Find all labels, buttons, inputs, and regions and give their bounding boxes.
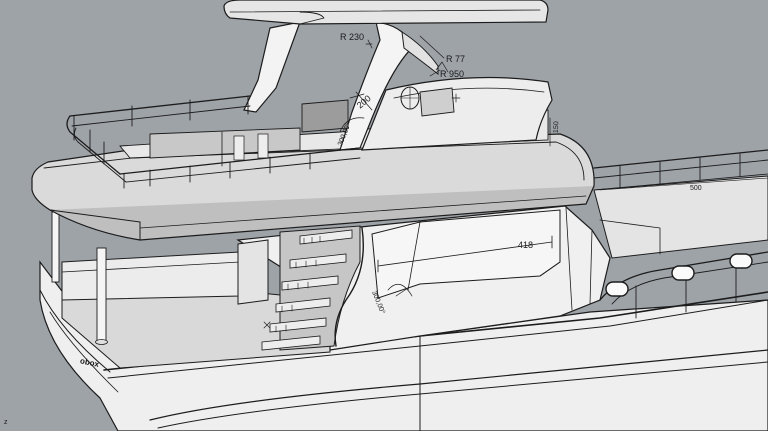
portholes <box>605 253 753 297</box>
label-r77: R 77 <box>446 54 465 64</box>
label-r950: R 950 <box>440 69 464 79</box>
label-418: 418 <box>518 240 533 250</box>
hardtop-arch <box>223 0 553 151</box>
model-viewport[interactable]: R 230 R 77 R 950 200 150 500 418 300,00°… <box>0 0 768 431</box>
label-r230: R 230 <box>340 32 364 42</box>
label-500: 500 <box>690 185 702 192</box>
label-axis-z: z <box>4 419 8 426</box>
boat-drawing: R 230 R 77 R 950 200 150 500 418 300,00°… <box>4 0 768 431</box>
label-150: 150 <box>553 121 560 133</box>
